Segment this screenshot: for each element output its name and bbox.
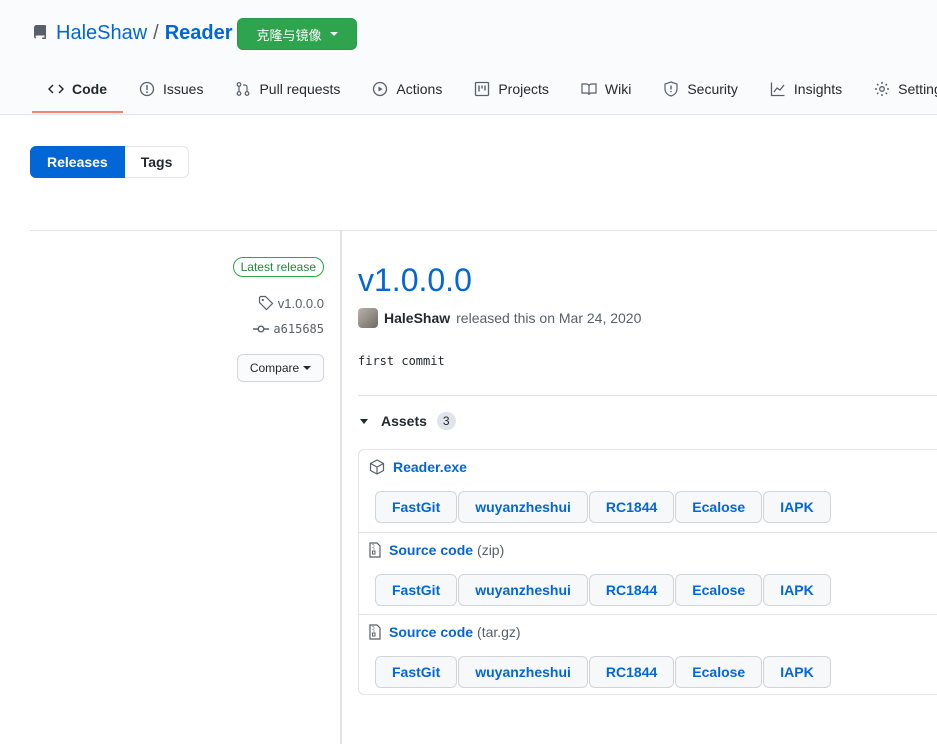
chevron-down-icon (329, 32, 338, 36)
assets-label: Assets (381, 413, 427, 429)
tab-actions-label: Actions (396, 81, 443, 97)
tag-icon (258, 295, 274, 311)
tab-wiki-label: Wiki (604, 81, 632, 97)
chevron-down-icon (303, 366, 312, 370)
asset-extension: (zip) (477, 542, 505, 558)
mirror-fastgit-button[interactable]: FastGit (375, 574, 458, 606)
repo-separator: / (153, 21, 159, 44)
release-tag-label: v1.0.0.0 (277, 295, 324, 311)
asset-item: Source code (zip) FastGit wuyanzheshui R… (359, 532, 937, 614)
tab-issues-label: Issues (163, 81, 204, 97)
file-zip-icon (369, 624, 381, 640)
tab-insights-label: Insights (793, 81, 843, 97)
clone-mirror-label: 克隆与镜像 (256, 27, 322, 43)
tab-security[interactable]: Security (647, 66, 754, 112)
timeline-divider (340, 231, 342, 744)
package-icon (369, 459, 385, 475)
tab-issues[interactable]: Issues (123, 66, 219, 112)
tab-projects-label: Projects (498, 81, 549, 97)
code-icon (48, 84, 64, 94)
asset-name: Source code (389, 542, 474, 558)
pull-request-icon (237, 82, 250, 96)
mirror-wuyanzheshui-button[interactable]: wuyanzheshui (458, 491, 588, 523)
repo-header: HaleShaw / Reader 克隆与镜像 Code Issues Pull… (0, 0, 937, 115)
assets-divider (358, 395, 937, 396)
mirror-fastgit-button[interactable]: FastGit (375, 656, 458, 688)
asset-item: Reader.exe FastGit wuyanzheshui RC1844 E… (359, 450, 937, 532)
tab-security-label: Security (687, 81, 738, 97)
mirror-ecalose-button[interactable]: Ecalose (675, 574, 763, 606)
mirror-wuyanzheshui-button[interactable]: wuyanzheshui (458, 656, 588, 688)
mirror-rc1844-button[interactable]: RC1844 (588, 656, 675, 688)
release-title[interactable]: v1.0.0.0 (358, 258, 472, 302)
assets-list: Reader.exe FastGit wuyanzheshui RC1844 E… (358, 449, 937, 695)
repo-icon (34, 25, 46, 39)
clone-mirror-button[interactable]: 克隆与镜像 (237, 18, 357, 50)
release-commit-label: a615685 (273, 322, 324, 336)
asset-link[interactable]: Reader.exe (369, 459, 467, 475)
tab-pull-requests[interactable]: Pull requests (219, 66, 356, 112)
project-icon (475, 81, 490, 97)
file-zip-icon (369, 542, 381, 558)
repo-title: HaleShaw / Reader (32, 19, 233, 47)
commit-icon (253, 325, 270, 333)
release-author-link[interactable]: HaleShaw (384, 310, 450, 326)
compare-label: Compare (249, 361, 300, 375)
releases-tab[interactable]: Releases (30, 146, 125, 178)
tab-code-label: Code (72, 81, 107, 97)
section-divider (30, 230, 937, 231)
mirror-fastgit-button[interactable]: FastGit (375, 491, 458, 523)
asset-name: Source code (389, 624, 474, 640)
caret-down-icon (360, 418, 368, 424)
asset-item: Source code (tar.gz) FastGit wuyanzheshu… (359, 614, 937, 696)
assets-toggle[interactable]: Assets 3 (360, 412, 456, 430)
release-tag[interactable]: v1.0.0.0 (258, 295, 324, 311)
book-icon (581, 83, 597, 96)
tab-settings-label: Settings (898, 81, 937, 97)
repo-tabs: Code Issues Pull requests Actions Projec… (32, 66, 937, 113)
asset-link[interactable]: Source code (tar.gz) (369, 624, 521, 640)
releases-subnav: Releases Tags (30, 146, 190, 178)
mirror-rc1844-button[interactable]: RC1844 (588, 574, 675, 606)
tab-code[interactable]: Code (32, 66, 123, 113)
mirror-iapk-button[interactable]: IAPK (763, 491, 831, 523)
compare-button[interactable]: Compare (237, 354, 324, 382)
asset-extension: (tar.gz) (477, 624, 521, 640)
mirror-rc1844-button[interactable]: RC1844 (588, 491, 675, 523)
play-icon (373, 81, 388, 97)
mirror-buttons: FastGit wuyanzheshui RC1844 Ecalose IAPK (375, 491, 831, 523)
tags-tab[interactable]: Tags (124, 146, 190, 178)
mirror-ecalose-button[interactable]: Ecalose (675, 491, 763, 523)
tab-insights[interactable]: Insights (754, 66, 858, 112)
repo-name-link[interactable]: Reader (165, 22, 233, 45)
tab-settings[interactable]: Settings (858, 66, 937, 112)
tab-pull-requests-label: Pull requests (259, 81, 341, 97)
assets-count-badge: 3 (436, 412, 456, 430)
mirror-buttons: FastGit wuyanzheshui RC1844 Ecalose IAPK (375, 656, 831, 688)
release-notes: first commit (358, 354, 445, 368)
asset-name: Reader.exe (393, 459, 467, 475)
repo-owner-link[interactable]: HaleShaw (56, 22, 147, 45)
release-commit[interactable]: a615685 (253, 321, 324, 337)
mirror-ecalose-button[interactable]: Ecalose (675, 656, 763, 688)
release-meta: HaleShaw released this on Mar 24, 2020 (358, 308, 641, 328)
mirror-buttons: FastGit wuyanzheshui RC1844 Ecalose IAPK (375, 574, 831, 606)
mirror-wuyanzheshui-button[interactable]: wuyanzheshui (458, 574, 588, 606)
avatar[interactable] (358, 308, 378, 328)
release-date-text: released this on Mar 24, 2020 (456, 310, 642, 326)
tab-actions[interactable]: Actions (356, 66, 458, 112)
tab-projects[interactable]: Projects (458, 66, 565, 112)
latest-release-badge: Latest release (232, 257, 324, 277)
tab-wiki[interactable]: Wiki (565, 66, 647, 112)
issue-icon (139, 81, 155, 97)
asset-link[interactable]: Source code (zip) (369, 542, 504, 558)
mirror-iapk-button[interactable]: IAPK (763, 574, 831, 606)
graph-icon (770, 82, 785, 97)
shield-icon (664, 81, 678, 97)
mirror-iapk-button[interactable]: IAPK (763, 656, 831, 688)
gear-icon (875, 82, 890, 96)
